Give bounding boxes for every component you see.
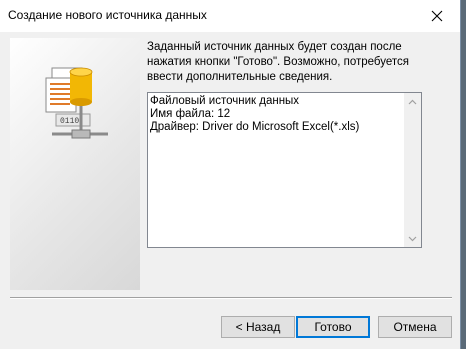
svg-text:0110: 0110 xyxy=(60,117,79,126)
title-bar: Создание нового источника данных xyxy=(0,0,460,32)
summary-content: Файловый источник данных Имя файла: 12 Д… xyxy=(150,95,359,134)
chevron-down-icon xyxy=(408,236,417,241)
intro-line: Заданный источник данных будет создан по… xyxy=(147,41,402,53)
summary-line: Имя файла: 12 xyxy=(150,108,231,120)
intro-line: ввести дополнительные сведения. xyxy=(147,71,333,83)
wizard-dialog: Создание нового источника данных 0110 За… xyxy=(0,0,461,349)
finish-button[interactable]: Готово xyxy=(296,316,370,338)
summary-textbox[interactable]: Файловый источник данных Имя файла: 12 Д… xyxy=(147,92,422,248)
intro-line: нажатия кнопки "Готово". Возможно, потре… xyxy=(147,56,410,68)
close-icon xyxy=(431,10,443,22)
data-source-icon: 0110 xyxy=(45,67,108,139)
separator xyxy=(10,297,452,299)
vertical-scrollbar[interactable] xyxy=(404,93,421,247)
chevron-up-icon xyxy=(408,99,417,104)
summary-line: Файловый источник данных xyxy=(150,95,300,107)
back-button[interactable]: < Назад xyxy=(221,316,295,338)
wizard-graphic: 0110 xyxy=(10,38,140,290)
close-button[interactable] xyxy=(414,0,460,32)
summary-line: Драйвер: Driver do Microsoft Excel(*.xls… xyxy=(150,121,360,133)
scroll-down-button[interactable] xyxy=(404,230,421,247)
intro-text: Заданный источник данных будет создан по… xyxy=(147,40,447,85)
cancel-button[interactable]: Отмена xyxy=(378,316,452,338)
window-title: Создание нового источника данных xyxy=(8,8,207,22)
scroll-up-button[interactable] xyxy=(404,93,421,110)
